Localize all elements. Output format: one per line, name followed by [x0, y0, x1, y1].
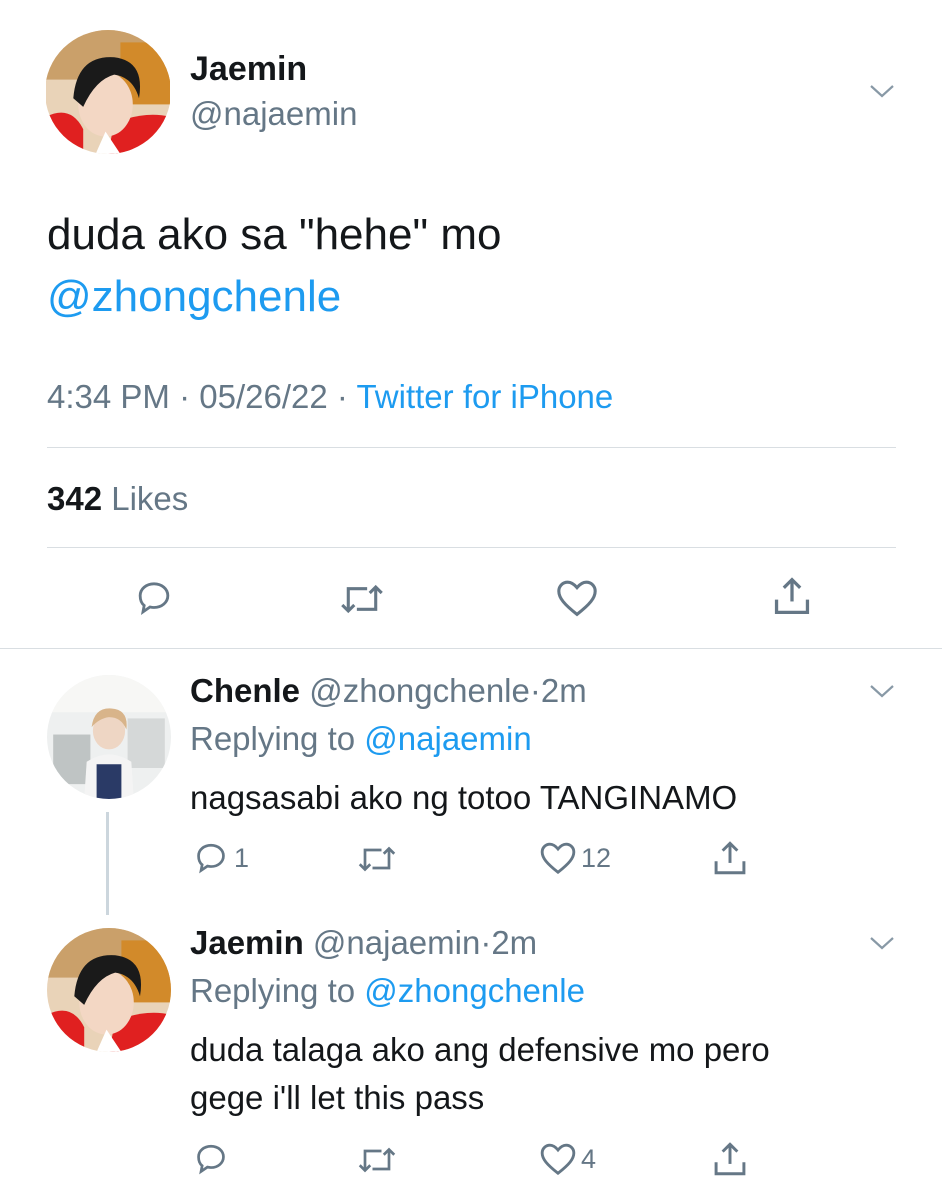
replying-to-label: Replying to [190, 720, 356, 757]
like-button[interactable] [555, 578, 599, 618]
reply-author-handle[interactable]: @najaemin [313, 924, 480, 961]
retweet-icon [341, 584, 383, 614]
reply-time[interactable]: 2m [491, 924, 537, 961]
reply-author-avatar[interactable] [47, 928, 171, 1052]
heart-icon [540, 842, 576, 875]
reply-author-name[interactable]: Jaemin [190, 924, 304, 961]
heart-icon [557, 580, 597, 617]
reply-header: Chenle @zhongchenle·2m [190, 672, 587, 710]
likes-label: Likes [111, 480, 189, 517]
like-button[interactable]: 12 [539, 840, 611, 876]
replying-to-link[interactable]: @najaemin [364, 720, 531, 757]
more-options-button[interactable] [862, 928, 902, 958]
retweet-button[interactable] [338, 580, 386, 618]
replying-to-line: Replying to @zhongchenle [190, 972, 585, 1010]
meta-separator: · [480, 924, 492, 961]
retweet-button[interactable] [356, 1143, 398, 1177]
reply-author-name[interactable]: Chenle [190, 672, 300, 709]
tweet-client-link[interactable]: Twitter for iPhone [356, 378, 613, 415]
more-options-button[interactable] [862, 76, 902, 106]
reply-button[interactable] [192, 1141, 234, 1177]
like-count: 12 [581, 842, 612, 873]
share-icon [714, 841, 746, 875]
share-icon [774, 577, 810, 614]
likes-summary[interactable]: 342 Likes [47, 480, 188, 518]
reply-author-handle[interactable]: @zhongchenle [309, 672, 530, 709]
reply-text: duda talaga ako ang defensive mo pero ge… [190, 1026, 770, 1122]
reply-text-line: duda talaga ako ang defensive mo pero [190, 1031, 770, 1068]
replying-to-link[interactable]: @zhongchenle [364, 972, 585, 1009]
heart-icon [540, 1143, 576, 1176]
tweet-mention-link[interactable]: @zhongchenle [47, 272, 341, 322]
share-button[interactable] [772, 574, 812, 618]
reply-text-line: gege i'll let this pass [190, 1079, 485, 1116]
tweet-time: 4:34 PM [47, 378, 170, 415]
replying-to-line: Replying to @najaemin [190, 720, 532, 758]
tweet-text: duda ako sa "hehe" mo [47, 210, 502, 259]
divider [47, 447, 896, 448]
share-button[interactable] [712, 1139, 748, 1179]
author-avatar[interactable] [45, 30, 171, 154]
replying-to-label: Replying to [190, 972, 356, 1009]
tweet-date: 05/26/22 [199, 378, 328, 415]
reply-header: Jaemin @najaemin·2m [190, 924, 537, 962]
retweet-icon [358, 1147, 396, 1173]
reply-text-line: nagsasabi ako ng totoo TANGINAMO [190, 779, 738, 816]
reply-count: 1 [234, 842, 250, 873]
share-icon [714, 1142, 746, 1176]
divider [47, 547, 896, 548]
chevron-down-icon [870, 937, 894, 950]
share-button[interactable] [712, 838, 748, 878]
retweet-icon [358, 846, 396, 872]
chevron-down-icon [870, 85, 894, 98]
retweet-button[interactable] [356, 842, 398, 876]
likes-count: 342 [47, 480, 103, 517]
author-handle[interactable]: @najaemin [190, 95, 357, 133]
avatar-image [47, 928, 171, 1052]
meta-separator: · [529, 672, 541, 709]
avatar-image [47, 675, 171, 799]
chevron-down-icon [870, 685, 894, 698]
reply-bubble-icon [197, 843, 225, 874]
author-name[interactable]: Jaemin [190, 50, 307, 89]
reply-button[interactable]: 1 [192, 840, 249, 876]
reply-author-avatar[interactable] [47, 675, 171, 799]
thread-connector [106, 812, 109, 915]
like-count: 4 [581, 1143, 597, 1174]
reply-bubble-icon [138, 582, 170, 615]
reply-button[interactable] [132, 578, 176, 618]
meta-separator: · [179, 378, 191, 415]
divider [0, 648, 942, 649]
tweet-meta: 4:34 PM · 05/26/22 · Twitter for iPhone [47, 378, 613, 416]
reply-text: nagsasabi ako ng totoo TANGINAMO [190, 774, 737, 822]
reply-bubble-icon [197, 1144, 225, 1175]
more-options-button[interactable] [862, 676, 902, 706]
like-button[interactable]: 4 [539, 1141, 596, 1177]
reply-time[interactable]: 2m [541, 672, 587, 709]
avatar-image [46, 30, 170, 154]
meta-separator: · [336, 378, 348, 415]
